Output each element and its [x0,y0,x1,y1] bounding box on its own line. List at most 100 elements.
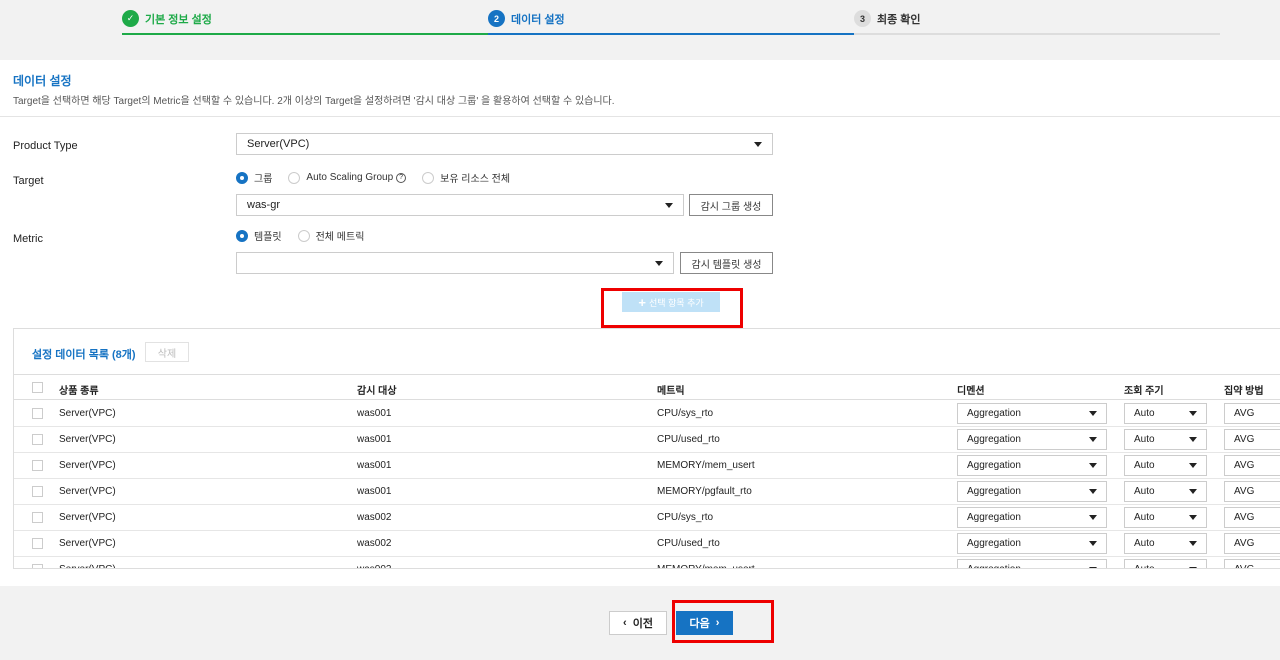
caret-down-icon [1089,489,1097,494]
row-checkbox[interactable] [32,486,43,497]
caret-down-icon [1089,437,1097,442]
section-title: 데이터 설정 [13,74,72,88]
row-checkbox[interactable] [32,564,43,568]
column-header: 감시 대상 [357,386,397,397]
radio-icon[interactable] [297,229,310,242]
settings-data-list: 설정 데이터 목록 (8개) 삭제 상품 종류 감시 대상 메트릭 디멘션 조회… [13,328,1280,569]
cell-target: was001 [357,408,392,419]
aggregation-select[interactable]: AVG [1224,507,1280,528]
row-checkbox[interactable] [32,434,43,445]
dimension-select[interactable]: Aggregation [957,403,1107,424]
target-option-all[interactable]: 보유 리소스 전체 [422,170,510,185]
dimension-select[interactable]: Aggregation [957,533,1107,554]
step-number: 3 [854,10,871,27]
progress-bar-pending [854,33,1220,35]
create-monitor-group-button[interactable]: 감시 그룹 생성 [689,194,773,216]
caret-down-icon [1189,437,1197,442]
metric-option-template[interactable]: 템플릿 [236,228,282,243]
radio-icon[interactable] [288,171,301,184]
target-radio-group: 그룹 Auto Scaling Group ? 보유 리소스 전체 [236,170,526,185]
target-group-select[interactable]: was-gr [236,194,684,216]
table-row[interactable]: Server(VPC) was002 CPU/used_rto Aggregation… [14,531,1280,557]
dimension-select[interactable]: Aggregation [957,455,1107,476]
interval-select[interactable]: Auto [1124,481,1207,502]
check-icon: ✓ [122,10,139,27]
column-header: 집약 방법 [1224,386,1264,397]
cell-metric: MEMORY/pgfault_rto [657,486,752,497]
radio-checked-icon[interactable] [236,171,248,184]
product-type-value: Server(VPC) [247,138,310,150]
aggregation-select[interactable]: AVG [1224,559,1280,568]
interval-select[interactable]: Auto [1124,533,1207,554]
column-header: 디멘션 [957,386,985,397]
cell-product-type: Server(VPC) [59,538,116,549]
caret-down-icon [1089,567,1097,568]
table-row[interactable]: Server(VPC) was001 CPU/used_rto Aggregation… [14,427,1280,453]
cell-target: was001 [357,486,392,497]
cell-metric: CPU/sys_rto [657,512,714,523]
interval-select[interactable]: Auto [1124,429,1207,450]
interval-select[interactable]: Auto [1124,403,1207,424]
interval-select[interactable]: Auto [1124,559,1207,568]
aggregation-select[interactable]: AVG [1224,455,1280,476]
target-option-asg[interactable]: Auto Scaling Group ? [288,171,407,184]
aggregation-select[interactable]: AVG [1224,403,1280,424]
aggregation-select[interactable]: AVG [1224,429,1280,450]
delete-button[interactable]: 삭제 [145,342,189,362]
dimension-select[interactable]: Aggregation [957,481,1107,502]
row-checkbox[interactable] [32,538,43,549]
dimension-select[interactable]: Aggregation [957,507,1107,528]
progress-bar-done [122,33,488,35]
caret-down-icon [1089,463,1097,468]
select-all-checkbox[interactable] [32,382,43,393]
cell-metric: CPU/used_rto [657,538,720,549]
step-basic-info[interactable]: ✓ 기본 정보 설정 [122,10,212,27]
cell-target: was002 [357,512,392,523]
target-option-group[interactable]: 그룹 [236,170,272,185]
list-title: 설정 데이터 목록 (8개) [32,349,136,361]
table-header: 상품 종류 감시 대상 메트릭 디멘션 조회 주기 집약 방법 [14,374,1280,400]
row-checkbox[interactable] [32,408,43,419]
cell-product-type: Server(VPC) [59,512,116,523]
table-row[interactable]: Server(VPC) was002 CPU/sys_rto Aggregation A… [14,505,1280,531]
step-final-confirm[interactable]: 3 최종 확인 [854,10,921,27]
interval-select[interactable]: Auto [1124,507,1207,528]
product-type-select[interactable]: Server(VPC) [236,133,773,155]
row-checkbox[interactable] [32,512,43,523]
interval-select[interactable]: Auto [1124,455,1207,476]
caret-down-icon [754,141,762,147]
aggregation-select[interactable]: AVG [1224,481,1280,502]
table-row[interactable]: Server(VPC) was001 MEMORY/pgfault_rto Aggre… [14,479,1280,505]
table-row[interactable]: Server(VPC) was001 MEMORY/mem_usert Aggrega… [14,453,1280,479]
caret-down-icon [1189,541,1197,546]
footer: ‹ 이전 다음 › [0,586,1280,660]
cell-product-type: Server(VPC) [59,486,116,497]
column-header: 메트릭 [657,386,685,397]
dimension-select[interactable]: Aggregation [957,559,1107,568]
metric-option-all[interactable]: 전체 메트릭 [297,228,364,243]
stepper: ✓ 기본 정보 설정 2 데이터 설정 3 최종 확인 [0,0,1280,60]
aggregation-select[interactable]: AVG [1224,533,1280,554]
radio-checked-icon[interactable] [236,229,248,242]
step-data-settings[interactable]: 2 데이터 설정 [488,10,565,27]
prev-button[interactable]: ‹ 이전 [609,611,667,635]
target-group-value: was-gr [247,199,281,211]
step-label: 기본 정보 설정 [145,13,212,26]
table-row[interactable]: Server(VPC) was002 MEMORY/mem_usert Aggrega… [14,557,1280,568]
step-number: 2 [488,10,505,27]
section-description: Target을 선택하면 해당 Target의 Metric을 선택할 수 있습… [13,96,615,107]
row-checkbox[interactable] [32,460,43,471]
create-monitor-template-button[interactable]: 감시 템플릿 생성 [680,252,773,274]
highlight-box [601,288,743,328]
metric-template-select[interactable] [236,252,674,274]
column-header: 조회 주기 [1124,386,1164,397]
cell-metric: CPU/used_rto [657,434,720,445]
cell-metric: CPU/sys_rto [657,408,714,419]
help-icon[interactable]: ? [396,172,407,183]
cell-target: was001 [357,434,392,445]
dimension-select[interactable]: Aggregation [957,429,1107,450]
table-row[interactable]: Server(VPC) was001 CPU/sys_rto Aggregation A… [14,401,1280,427]
caret-down-icon [1189,463,1197,468]
cell-metric: MEMORY/mem_usert [657,564,755,568]
radio-icon[interactable] [422,171,435,184]
